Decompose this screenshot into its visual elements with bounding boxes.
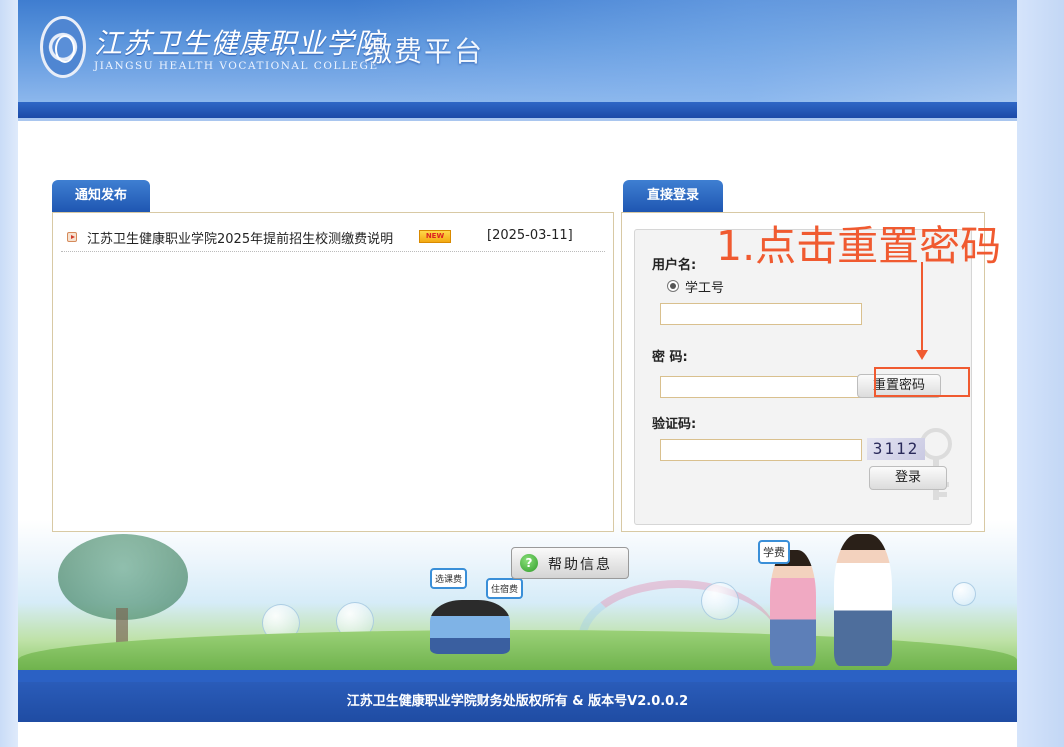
new-badge-icon: NEW [419, 230, 451, 243]
college-name-cn: 江苏卫生健康职业学院 [94, 27, 385, 60]
annotation-text: 1.点击重置密码 [716, 222, 1002, 270]
list-item[interactable]: 江苏卫生健康职业学院2025年提前招生校测缴费说明 NEW [2025-03-1… [61, 225, 605, 252]
annotation-highlight-box [874, 367, 970, 397]
bubble-decoration [952, 582, 976, 606]
question-icon: ? [520, 554, 538, 572]
notice-date: [2025-03-11] [487, 228, 573, 243]
landscape-illustration: 选课费 住宿费 学费 [18, 520, 1017, 700]
captcha-input[interactable] [660, 439, 862, 461]
notice-title-link[interactable]: 江苏卫生健康职业学院2025年提前招生校测缴费说明 [87, 228, 393, 247]
bullet-arrow-icon [67, 232, 77, 242]
help-info-label: 帮助信息 [548, 557, 612, 573]
header-divider-light [18, 118, 1017, 121]
platform-title: 缴费平台 [364, 35, 485, 68]
tab-direct-login[interactable]: 直接登录 [623, 180, 723, 212]
footer-copyright: 江苏卫生健康职业学院财务处版权所有 & 版本号V2.0.0.2 [18, 682, 1017, 722]
id-type-radio-label[interactable]: 学工号 [685, 277, 724, 296]
tag-course-fee: 选课费 [430, 568, 468, 589]
id-type-radio[interactable] [667, 280, 679, 292]
annotation-arrow-line [921, 262, 923, 352]
footer-top-bar [18, 670, 1017, 682]
help-info-button[interactable]: ? 帮助信息 [511, 547, 629, 579]
page: 江苏卫生健康职业学院 JIANGSU HEALTH VOCATIONAL COL… [18, 0, 1017, 722]
annotation-arrow-icon [916, 350, 928, 360]
username-label: 用户名: [652, 258, 697, 273]
student-girl-illustration [770, 550, 816, 666]
student-boy-illustration [834, 534, 892, 666]
login-button[interactable]: 登录 [869, 466, 947, 490]
college-name-en: JIANGSU HEALTH VOCATIONAL COLLEGE [94, 60, 379, 72]
header-banner: 江苏卫生健康职业学院 JIANGSU HEALTH VOCATIONAL COL… [18, 0, 1017, 102]
college-seal-icon [40, 16, 86, 78]
tag-tuition: 学费 [758, 540, 790, 564]
username-input[interactable] [660, 303, 862, 325]
tag-dorm-fee: 住宿费 [486, 578, 524, 599]
tab-notice[interactable]: 通知发布 [52, 180, 150, 212]
notice-panel: 江苏卫生健康职业学院2025年提前招生校测缴费说明 NEW [2025-03-1… [52, 212, 614, 532]
captcha-image[interactable]: 3112 [867, 438, 925, 460]
students-lying-illustration [430, 600, 510, 654]
bubble-decoration [701, 582, 739, 620]
password-label: 密 码: [652, 350, 688, 365]
captcha-label: 验证码: [652, 417, 697, 432]
password-input[interactable] [660, 376, 862, 398]
header-divider-bar [18, 102, 1017, 118]
